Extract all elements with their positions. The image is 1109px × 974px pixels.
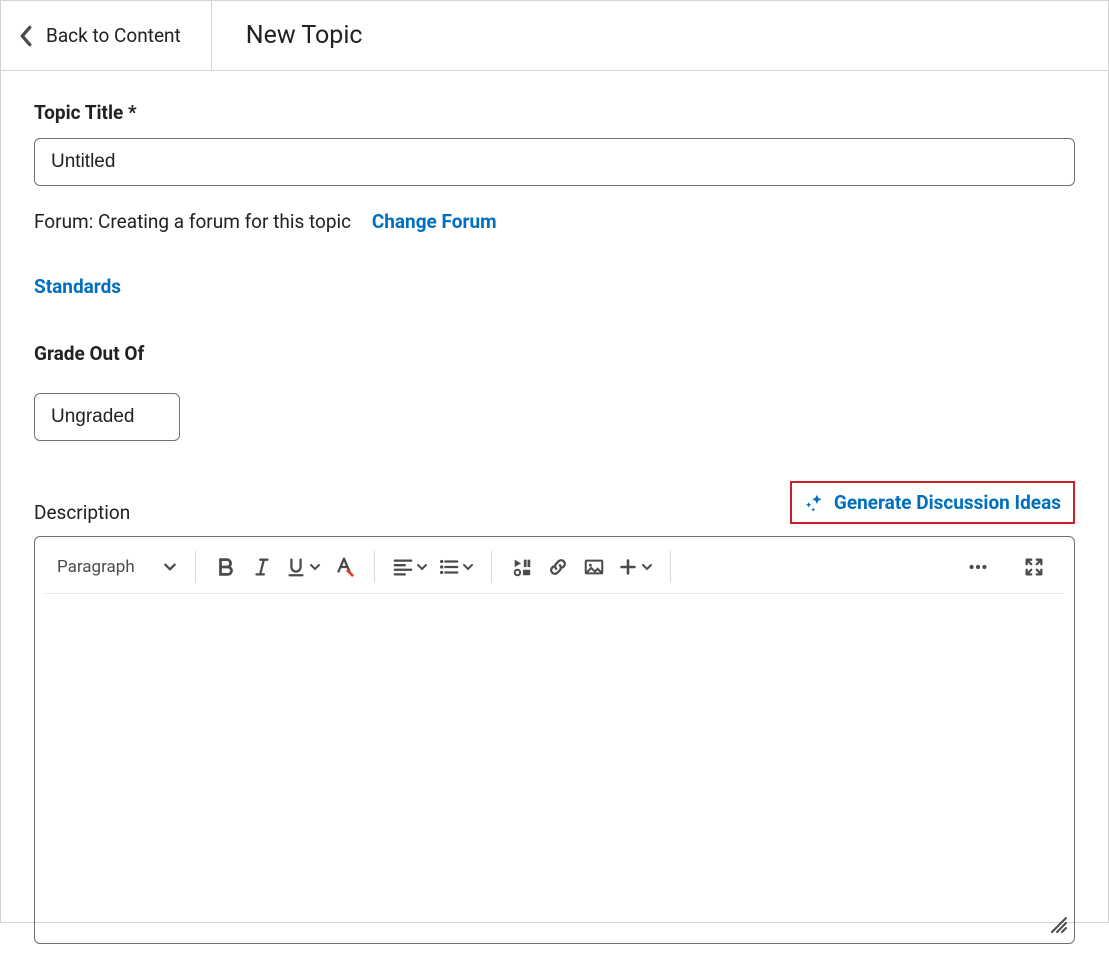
chevron-down-icon xyxy=(462,561,474,573)
chevron-left-icon xyxy=(19,25,32,47)
standards-link[interactable]: Standards xyxy=(34,275,1075,298)
separator xyxy=(195,551,196,583)
back-to-content-button[interactable]: Back to Content xyxy=(1,1,212,70)
paragraph-label: Paragraph xyxy=(57,557,135,577)
back-label: Back to Content xyxy=(46,24,181,47)
chevron-down-icon xyxy=(416,561,428,573)
topic-title-input[interactable] xyxy=(34,138,1075,186)
plus-icon xyxy=(617,556,639,578)
align-button[interactable] xyxy=(387,549,433,585)
chevron-down-icon xyxy=(641,561,653,573)
insert-stuff-button[interactable] xyxy=(504,549,540,585)
sparkle-icon xyxy=(804,492,826,514)
link-icon xyxy=(547,556,569,578)
insert-stuff-icon xyxy=(511,556,533,578)
description-row: Description Generate Discussion Ideas xyxy=(34,481,1075,524)
paragraph-style-dropdown[interactable]: Paragraph xyxy=(57,557,183,577)
bold-button[interactable] xyxy=(208,549,244,585)
resize-icon xyxy=(1048,914,1068,934)
chevron-down-icon xyxy=(163,560,177,574)
page-title: New Topic xyxy=(212,21,397,50)
fullscreen-icon xyxy=(1023,556,1045,578)
change-forum-link[interactable]: Change Forum xyxy=(372,210,497,233)
forum-prefix: Forum: xyxy=(34,210,98,233)
generate-discussion-ideas-button[interactable]: Generate Discussion Ideas xyxy=(790,481,1075,524)
description-editor: Paragraph xyxy=(34,536,1075,944)
separator xyxy=(670,551,671,583)
forum-row: Forum: Creating a forum for this topic C… xyxy=(34,210,1075,233)
grade-section: Grade Out Of xyxy=(34,342,1075,441)
font-color-button[interactable] xyxy=(326,549,362,585)
content-area: Topic Title * Forum: Creating a forum fo… xyxy=(1,71,1108,974)
more-actions-button[interactable] xyxy=(960,549,996,585)
description-label: Description xyxy=(34,501,130,524)
image-icon xyxy=(583,556,605,578)
forum-text: Creating a forum for this topic xyxy=(98,210,351,233)
generate-label: Generate Discussion Ideas xyxy=(834,491,1061,514)
list-button[interactable] xyxy=(433,549,479,585)
list-icon xyxy=(438,556,460,578)
grade-out-of-input[interactable] xyxy=(34,393,180,441)
italic-icon xyxy=(251,556,273,578)
font-color-icon xyxy=(333,556,355,578)
ellipsis-icon xyxy=(967,556,989,578)
underline-icon xyxy=(285,556,307,578)
editor-toolbar: Paragraph xyxy=(45,541,1064,594)
insert-image-button[interactable] xyxy=(576,549,612,585)
topic-title-label: Topic Title * xyxy=(34,101,1075,124)
underline-button[interactable] xyxy=(280,549,326,585)
align-left-icon xyxy=(392,556,414,578)
header: Back to Content New Topic xyxy=(1,1,1108,71)
separator xyxy=(374,551,375,583)
separator xyxy=(491,551,492,583)
italic-button[interactable] xyxy=(244,549,280,585)
bold-icon xyxy=(215,556,237,578)
insert-link-button[interactable] xyxy=(540,549,576,585)
grade-out-of-label: Grade Out Of xyxy=(34,342,1075,365)
chevron-down-icon xyxy=(309,561,321,573)
fullscreen-button[interactable] xyxy=(1016,549,1052,585)
resize-handle[interactable] xyxy=(1048,914,1068,939)
editor-textarea[interactable] xyxy=(35,594,1074,943)
insert-more-button[interactable] xyxy=(612,549,658,585)
